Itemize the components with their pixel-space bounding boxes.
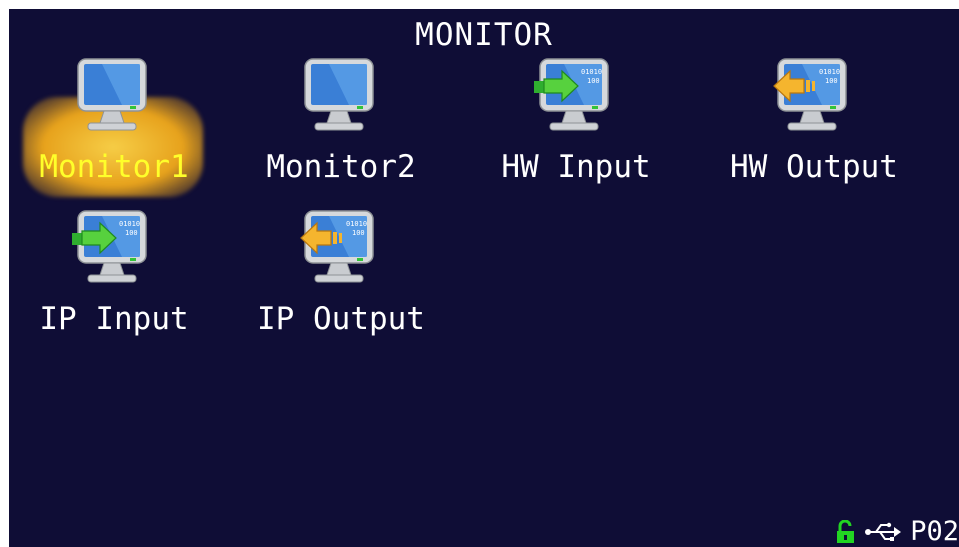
unlock-icon bbox=[837, 520, 855, 543]
screen-title: MONITOR bbox=[415, 17, 553, 53]
monitor-input-icon: 01010 100 bbox=[534, 58, 609, 131]
status-bar: P02 bbox=[836, 517, 959, 547]
menu-item-hw-input[interactable]: 01010 100 HW Input bbox=[471, 55, 671, 205]
menu-item-label: IP Input bbox=[39, 301, 189, 337]
menu-item-hw-output[interactable]: 01010 100 HW Output bbox=[709, 55, 909, 205]
svg-text:01010: 01010 bbox=[346, 220, 367, 228]
menu-item-ip-input[interactable]: 01010 100 IP Input bbox=[9, 207, 209, 357]
monitor-output-icon: 01010 100 bbox=[300, 210, 374, 283]
monitor-icon bbox=[77, 58, 147, 131]
svg-text:01010: 01010 bbox=[581, 68, 602, 76]
menu-item-label: IP Output bbox=[257, 301, 425, 337]
svg-text:100: 100 bbox=[125, 229, 138, 237]
menu-item-monitor2[interactable]: Monitor2 bbox=[236, 55, 436, 205]
menu-item-ip-output[interactable]: 01010 100 IP Output bbox=[236, 207, 436, 357]
page-indicator: P02 bbox=[910, 516, 959, 547]
monitor-output-icon: 01010 100 bbox=[773, 58, 847, 131]
svg-text:100: 100 bbox=[587, 77, 600, 85]
monitor-icon bbox=[304, 58, 374, 131]
svg-text:100: 100 bbox=[352, 229, 365, 237]
menu-item-label: HW Output bbox=[730, 149, 898, 185]
monitor-screen: MONITOR Monitor1 Monitor2 01010 100 HW I… bbox=[9, 9, 959, 547]
menu-item-monitor1[interactable]: Monitor1 bbox=[9, 55, 209, 205]
menu-item-label: HW Input bbox=[501, 149, 651, 185]
monitor-input-icon: 01010 100 bbox=[72, 210, 147, 283]
menu-item-label: Monitor2 bbox=[266, 149, 416, 185]
svg-text:100: 100 bbox=[825, 77, 838, 85]
usb-icon bbox=[865, 522, 902, 541]
svg-text:01010: 01010 bbox=[119, 220, 140, 228]
svg-text:01010: 01010 bbox=[819, 68, 840, 76]
menu-item-label: Monitor1 bbox=[39, 149, 189, 185]
